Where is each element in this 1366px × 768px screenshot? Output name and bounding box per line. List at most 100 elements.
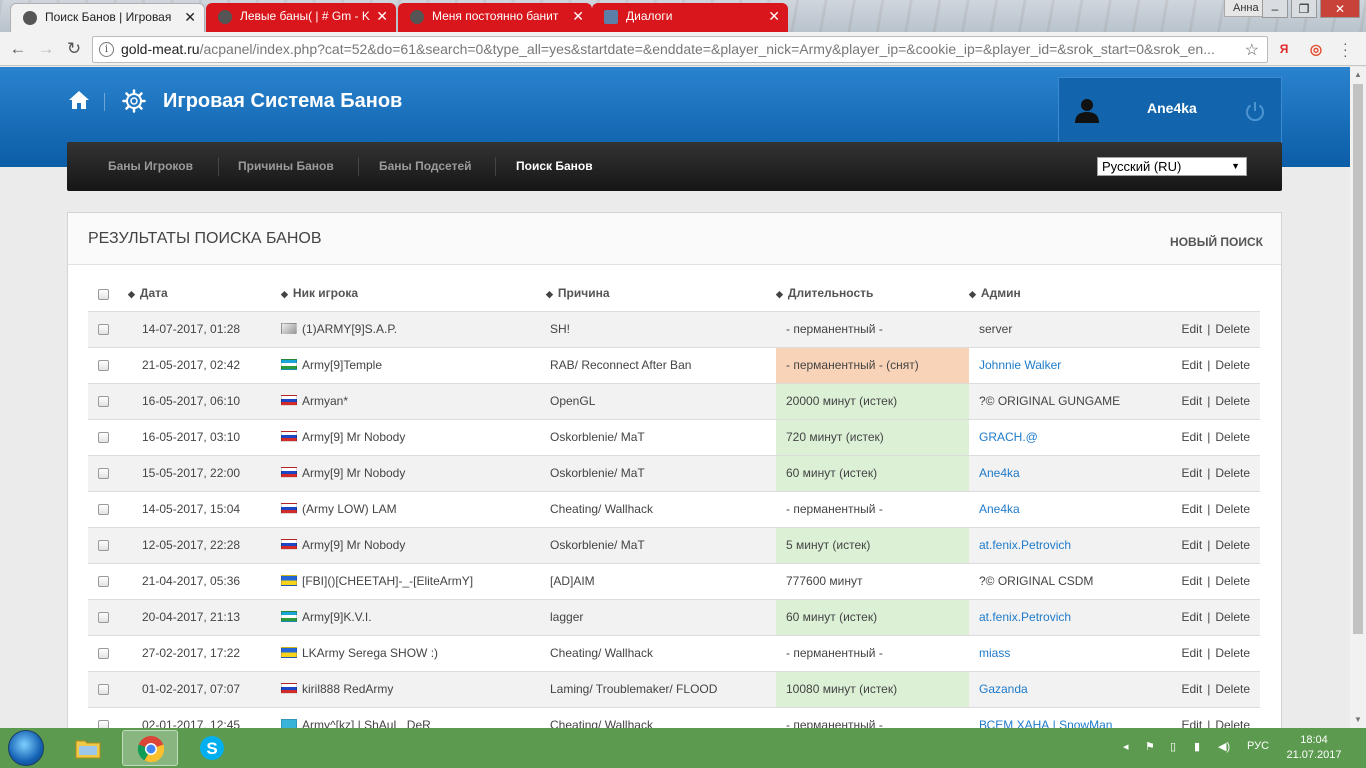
nav-player-bans[interactable]: Баны Игроков (108, 142, 193, 191)
player-nick[interactable]: Army[9] Mr Nobody (302, 430, 405, 444)
start-button[interactable] (8, 730, 44, 766)
edit-link[interactable]: Edit (1182, 466, 1203, 480)
row-checkbox[interactable] (98, 612, 109, 624)
row-checkbox[interactable] (98, 360, 109, 372)
player-nick[interactable]: Army[9] Mr Nobody (302, 538, 405, 552)
skype-taskbar-button[interactable]: S (184, 730, 240, 766)
delete-link[interactable]: Delete (1215, 394, 1250, 408)
row-checkbox[interactable] (98, 540, 109, 552)
forward-icon[interactable]: → (34, 37, 58, 61)
row-checkbox[interactable] (98, 468, 109, 480)
close-window-button[interactable]: ✕ (1320, 0, 1360, 18)
player-nick[interactable]: LKArmy Serega SHOW :) (302, 646, 438, 660)
new-search-link[interactable]: НОВЫЙ ПОИСК (1170, 235, 1263, 249)
edit-link[interactable]: Edit (1182, 574, 1203, 588)
edit-link[interactable]: Edit (1182, 682, 1203, 696)
edit-link[interactable]: Edit (1182, 646, 1203, 660)
row-checkbox[interactable] (98, 720, 109, 728)
admin-link[interactable]: ВСЕМ ХАНА | SnowMan (979, 718, 1112, 728)
delete-link[interactable]: Delete (1215, 538, 1250, 552)
reload-icon[interactable]: ↻ (62, 37, 86, 61)
edit-link[interactable]: Edit (1182, 358, 1203, 372)
admin-link[interactable]: Gazanda (979, 682, 1028, 696)
browser-tab[interactable]: Меня постоянно банит ✕ (398, 3, 592, 32)
edit-link[interactable]: Edit (1182, 718, 1203, 728)
row-checkbox[interactable] (98, 324, 109, 336)
scroll-down-arrow-icon[interactable]: ▼ (1350, 712, 1366, 728)
logout-power-icon[interactable] (1244, 100, 1266, 122)
url-text[interactable]: gold-meat.ru/acpanel/index.php?cat=52&do… (121, 37, 1231, 62)
admin-link[interactable]: GRACH.@ (979, 430, 1038, 444)
minimize-window-button[interactable]: – (1262, 0, 1288, 18)
yandex-extension-icon[interactable]: Я (1276, 41, 1292, 57)
nav-subnet-bans[interactable]: Баны Подсетей (379, 142, 472, 191)
address-bar[interactable]: i gold-meat.ru/acpanel/index.php?cat=52&… (92, 36, 1268, 63)
volume-icon[interactable]: ◀) (1218, 740, 1230, 753)
delete-link[interactable]: Delete (1215, 610, 1250, 624)
row-checkbox[interactable] (98, 504, 109, 516)
action-center-icon[interactable]: ⚑ (1145, 740, 1155, 753)
tab-close-icon[interactable]: ✕ (376, 3, 388, 30)
player-nick[interactable]: Army[9]Temple (302, 358, 382, 372)
opera-extension-icon[interactable]: ◎ (1308, 41, 1324, 57)
admin-link[interactable]: at.fenix.Petrovich (979, 538, 1071, 552)
tray-expand-icon[interactable]: ◂ (1123, 740, 1129, 753)
player-nick[interactable]: Army[9] Mr Nobody (302, 466, 405, 480)
player-nick[interactable]: Armyan* (302, 394, 348, 408)
player-nick[interactable]: [FBI]()[CHEETAH]-_-[EliteArmY] (302, 574, 473, 588)
input-language[interactable]: РУС (1247, 740, 1269, 752)
player-nick[interactable]: Army^[kz] | ShAuL_DeR (302, 718, 431, 728)
chrome-taskbar-button[interactable] (122, 730, 178, 766)
row-checkbox[interactable] (98, 648, 109, 660)
explorer-taskbar-button[interactable] (60, 730, 116, 766)
language-select[interactable]: Русский (RU) ▼ (1097, 157, 1247, 176)
select-all-checkbox[interactable] (98, 288, 109, 300)
user-avatar-icon[interactable] (1073, 96, 1101, 124)
row-checkbox[interactable] (98, 576, 109, 588)
home-icon[interactable] (68, 89, 90, 111)
delete-link[interactable]: Delete (1215, 574, 1250, 588)
power-icon[interactable]: ▯ (1170, 740, 1176, 753)
username[interactable]: Ane4ka (1147, 100, 1197, 116)
delete-link[interactable]: Delete (1215, 502, 1250, 516)
delete-link[interactable]: Delete (1215, 358, 1250, 372)
back-icon[interactable]: ← (6, 37, 30, 61)
page-info-icon[interactable]: i (99, 42, 114, 57)
row-checkbox[interactable] (98, 432, 109, 444)
tab-close-icon[interactable]: ✕ (572, 3, 584, 30)
column-admin[interactable]: ◆ Админ (969, 276, 1159, 312)
row-checkbox[interactable] (98, 684, 109, 696)
browser-tab[interactable]: Диалоги ✕ (592, 3, 788, 32)
tab-close-icon[interactable]: ✕ (768, 3, 780, 30)
nav-ban-reasons[interactable]: Причины Банов (238, 142, 334, 191)
player-nick[interactable]: (1)ARMY[9]S.A.P. (302, 322, 397, 336)
admin-link[interactable]: Johnnie Walker (979, 358, 1061, 372)
delete-link[interactable]: Delete (1215, 466, 1250, 480)
browser-tab[interactable]: Левые баны( | # Gm - K ✕ (206, 3, 396, 32)
column-reason[interactable]: ◆ Причина (546, 276, 776, 312)
player-nick[interactable]: Army[9]K.V.I. (302, 610, 372, 624)
edit-link[interactable]: Edit (1182, 322, 1203, 336)
delete-link[interactable]: Delete (1215, 682, 1250, 696)
player-nick[interactable]: kiril888 RedArmy (302, 682, 393, 696)
edit-link[interactable]: Edit (1182, 502, 1203, 516)
edit-link[interactable]: Edit (1182, 394, 1203, 408)
delete-link[interactable]: Delete (1215, 718, 1250, 728)
player-nick[interactable]: (Army LOW) LAM (302, 502, 397, 516)
scroll-up-arrow-icon[interactable]: ▲ (1350, 67, 1366, 83)
edit-link[interactable]: Edit (1182, 610, 1203, 624)
scrollbar-thumb[interactable] (1353, 84, 1363, 634)
admin-link[interactable]: at.fenix.Petrovich (979, 610, 1071, 624)
browser-menu-icon[interactable]: · · · (1343, 36, 1349, 62)
edit-link[interactable]: Edit (1182, 538, 1203, 552)
delete-link[interactable]: Delete (1215, 322, 1250, 336)
taskbar-clock[interactable]: 18:04 21.07.2017 (1282, 733, 1346, 763)
admin-link[interactable]: Ane4ka (979, 502, 1020, 516)
row-checkbox[interactable] (98, 396, 109, 408)
browser-tab[interactable]: Поиск Банов | Игровая ✕ (10, 3, 205, 32)
column-duration[interactable]: ◆ Длительность (776, 276, 969, 312)
edit-link[interactable]: Edit (1182, 430, 1203, 444)
delete-link[interactable]: Delete (1215, 430, 1250, 444)
admin-link[interactable]: Ane4ka (979, 466, 1020, 480)
nav-ban-search[interactable]: Поиск Банов (516, 142, 593, 191)
